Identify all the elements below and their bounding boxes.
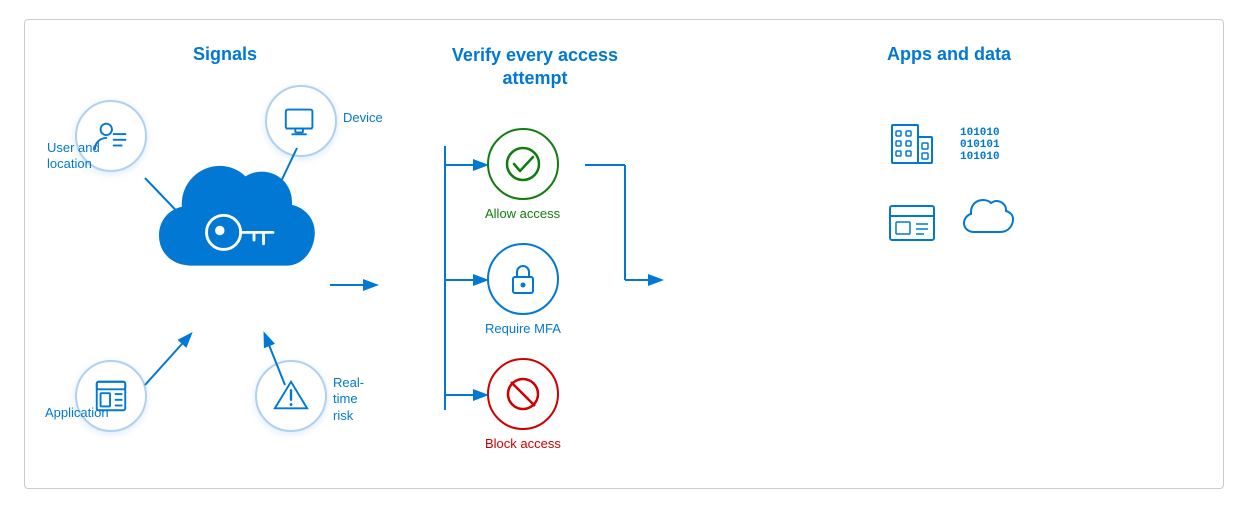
verify-title: Verify every accessattempt bbox=[452, 44, 618, 91]
realtime-risk-label: Real-timerisk bbox=[333, 375, 385, 426]
allow-access-item: Allow access bbox=[485, 128, 560, 221]
signals-section: Signals User andlocation Device bbox=[45, 30, 385, 478]
building-icon bbox=[884, 115, 940, 176]
user-location-label: User andlocation bbox=[47, 140, 100, 174]
svg-text:101010: 101010 bbox=[960, 127, 1000, 139]
verify-section: Verify every accessattempt bbox=[395, 30, 675, 478]
apps-icons-grid: 101010 010101 101010 bbox=[884, 115, 1014, 255]
apps-section: Apps and data bbox=[695, 30, 1203, 478]
diagram-wrapper: Signals User andlocation Device bbox=[24, 19, 1224, 489]
block-circle bbox=[487, 358, 559, 430]
require-mfa-item: Require MFA bbox=[485, 243, 561, 336]
apps-title: Apps and data bbox=[887, 44, 1011, 65]
block-label: Block access bbox=[485, 436, 561, 451]
app-window-icon bbox=[884, 194, 940, 255]
svg-text:010101: 010101 bbox=[960, 139, 1000, 151]
application-circle bbox=[75, 360, 147, 432]
device-label: Device bbox=[343, 110, 383, 125]
realtime-risk-circle bbox=[255, 360, 327, 432]
allow-label: Allow access bbox=[485, 206, 560, 221]
signals-title: Signals bbox=[125, 44, 325, 65]
svg-text:101010: 101010 bbox=[960, 151, 1000, 163]
block-access-item: Block access bbox=[485, 358, 561, 451]
allow-circle bbox=[487, 128, 559, 200]
application-label: Application bbox=[45, 405, 109, 420]
device-circle bbox=[265, 85, 337, 157]
cloud-icon bbox=[958, 194, 1014, 255]
cloud-with-key bbox=[140, 160, 320, 290]
binary-data-icon: 101010 010101 101010 bbox=[958, 115, 1014, 176]
require-circle bbox=[487, 243, 559, 315]
require-label: Require MFA bbox=[485, 321, 561, 336]
